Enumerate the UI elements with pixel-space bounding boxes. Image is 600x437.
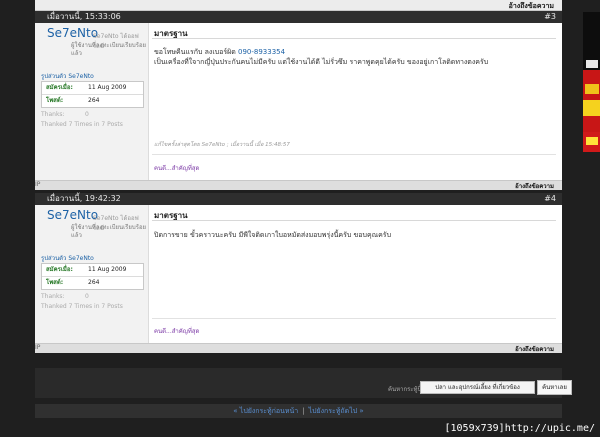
posts-row: โพสต์: 264 <box>42 277 143 289</box>
signature: คนดี...สำคัญที่สุด <box>154 328 200 335</box>
post-footer: IP อ้างถึงข้อความ <box>35 343 562 353</box>
thanks-label: Thanks: <box>41 293 65 300</box>
thanks-stat: Thanks: 0 <box>41 111 89 118</box>
user-stats-box: สมัครเมื่อ: 11 Aug 2009 โพสต์: 264 <box>41 81 144 108</box>
phone-number: 090-8933354 <box>238 48 286 56</box>
posts-label: โพสต์: <box>46 97 64 104</box>
signature: คนดี...สำคัญที่สุด <box>154 165 200 172</box>
joined-value: 11 Aug 2009 <box>88 266 127 273</box>
post-body: Se7eNto Se7eNto ได้ออฟไลน์ ผู้ใช้งานที่ล… <box>35 23 562 180</box>
joined-value: 11 Aug 2009 <box>88 84 127 91</box>
user-profile-link[interactable]: รูปส่วนตัว Se7eNto <box>41 71 94 81</box>
search-button[interactable]: ค้นหาเลย <box>537 380 572 395</box>
top-strip: อ้างถึงข้อความ <box>35 0 562 11</box>
post-footer: IP อ้างถึงข้อความ <box>35 180 562 190</box>
title-divider <box>152 220 556 221</box>
posts-row: โพสต์: 264 <box>42 95 143 107</box>
thanks-label: Thanks: <box>41 111 65 118</box>
post-message-line: ปิดการขาย ขั้วคราวนะครับ มีพีใจติดเกาใบอ… <box>154 231 392 239</box>
post-message-line: ขอโทษคืนแรกับ ลงเบอร์ผิด 090-8933354 <box>154 47 285 57</box>
quote-button[interactable]: อ้างถึงข้อความ <box>515 344 554 354</box>
username-link[interactable]: Se7eNto <box>47 208 98 222</box>
ad-text-block <box>583 100 600 116</box>
joined-label: สมัครเมื่อ: <box>46 84 73 91</box>
ip-icon[interactable]: IP <box>35 344 40 351</box>
user-info-pane: Se7eNto Se7eNto ได้ออฟไลน์ ผู้ใช้งานที่ล… <box>35 205 149 343</box>
forum-select[interactable]: ปลา และอุปกรณ์เลี้ยง ที่เกี่ยวข้อง <box>420 381 535 394</box>
thanked-stat: Thanked 7 Times in 7 Posts <box>41 121 123 128</box>
quote-button[interactable]: อ้างถึงข้อความ <box>515 181 554 191</box>
user-stats-box: สมัครเมื่อ: 11 Aug 2009 โพสต์: 264 <box>41 263 144 290</box>
signature-divider <box>152 154 556 155</box>
side-advertisement-banner[interactable] <box>583 12 600 152</box>
ad-panel <box>583 132 600 152</box>
post-number-link[interactable]: #3 <box>544 11 556 23</box>
next-thread-link[interactable]: ไปยังกระทู้ถัดไป » <box>309 407 364 415</box>
title-divider <box>152 38 556 39</box>
joined-row: สมัครเมื่อ: 11 Aug 2009 <box>42 264 143 277</box>
post-content: มาตรฐาน ปิดการขาย ขั้วคราวนะครับ มีพีใจต… <box>152 205 556 343</box>
ad-text-block <box>586 137 598 145</box>
prev-thread-link[interactable]: « ไปยังกระทู้ก่อนหน้า <box>233 407 298 415</box>
message-text: ขอโทษคืนแรกับ ลงเบอร์ผิด <box>154 48 239 56</box>
username-link[interactable]: Se7eNto <box>47 26 98 40</box>
post-date: เมื่อวานนี้, 15:33:06 <box>47 12 121 21</box>
nav-separator: | <box>302 407 305 415</box>
image-watermark: [1059x739]http://upic.me/ <box>444 423 595 434</box>
post-header: เมื่อวานนี้, 15:33:06 #3 <box>35 11 562 23</box>
posts-label: โพสต์: <box>46 279 64 286</box>
search-label: ค้นหากระทู้นี้ <box>388 386 422 393</box>
thread-navigation: « ไปยังกระทู้ก่อนหน้า | ไปยังกระทู้ถัดไป » <box>35 404 562 418</box>
post-date: เมื่อวานนี้, 19:42:32 <box>47 194 121 203</box>
post-body: Se7eNto Se7eNto ได้ออฟไลน์ ผู้ใช้งานที่ล… <box>35 205 562 343</box>
ad-panel <box>583 70 600 132</box>
post-message-line: เป็นเครื่องที่ใจากญี่ปุ่นประกันคนไม่มีคร… <box>154 58 489 66</box>
ad-logo-icon <box>586 60 598 68</box>
post-header: เมื่อวานนี้, 19:42:32 #4 <box>35 193 562 205</box>
thanks-stat: Thanks: 0 <box>41 293 89 300</box>
ad-panel <box>583 12 600 70</box>
user-profile-link[interactable]: รูปส่วนตัว Se7eNto <box>41 253 94 263</box>
signature-divider <box>152 318 556 319</box>
ip-icon[interactable]: IP <box>35 181 40 188</box>
user-info-pane: Se7eNto Se7eNto ได้ออฟไลน์ ผู้ใช้งานที่ล… <box>35 23 149 180</box>
user-title: ผู้ใช้งานที่ลงทะเบียนเรียบร้อยแล้ว <box>71 224 147 239</box>
thanks-value: 0 <box>85 293 89 300</box>
joined-row: สมัครเมื่อ: 11 Aug 2009 <box>42 82 143 95</box>
thanks-value: 0 <box>85 111 89 118</box>
post-number-link[interactable]: #4 <box>544 193 556 205</box>
thread-search-bar: ค้นหากระทู้นี้ ปลา และอุปกรณ์เลี้ยง ที่เ… <box>35 368 572 398</box>
posts-value: 264 <box>88 279 100 286</box>
user-title: ผู้ใช้งานที่ลงทะเบียนเรียบร้อยแล้ว <box>71 42 147 57</box>
thanked-stat: Thanked 7 Times in 7 Posts <box>41 303 123 310</box>
posts-value: 264 <box>88 97 100 104</box>
joined-label: สมัครเมื่อ: <box>46 266 73 273</box>
edit-note: แก้ไขครั้งล่าสุดโดย Se7eNto ; เมื่อวานนี… <box>154 142 290 148</box>
post-content: มาตรฐาน ขอโทษคืนแรกับ ลงเบอร์ผิด 090-893… <box>152 23 556 180</box>
ad-text-block <box>585 84 599 94</box>
